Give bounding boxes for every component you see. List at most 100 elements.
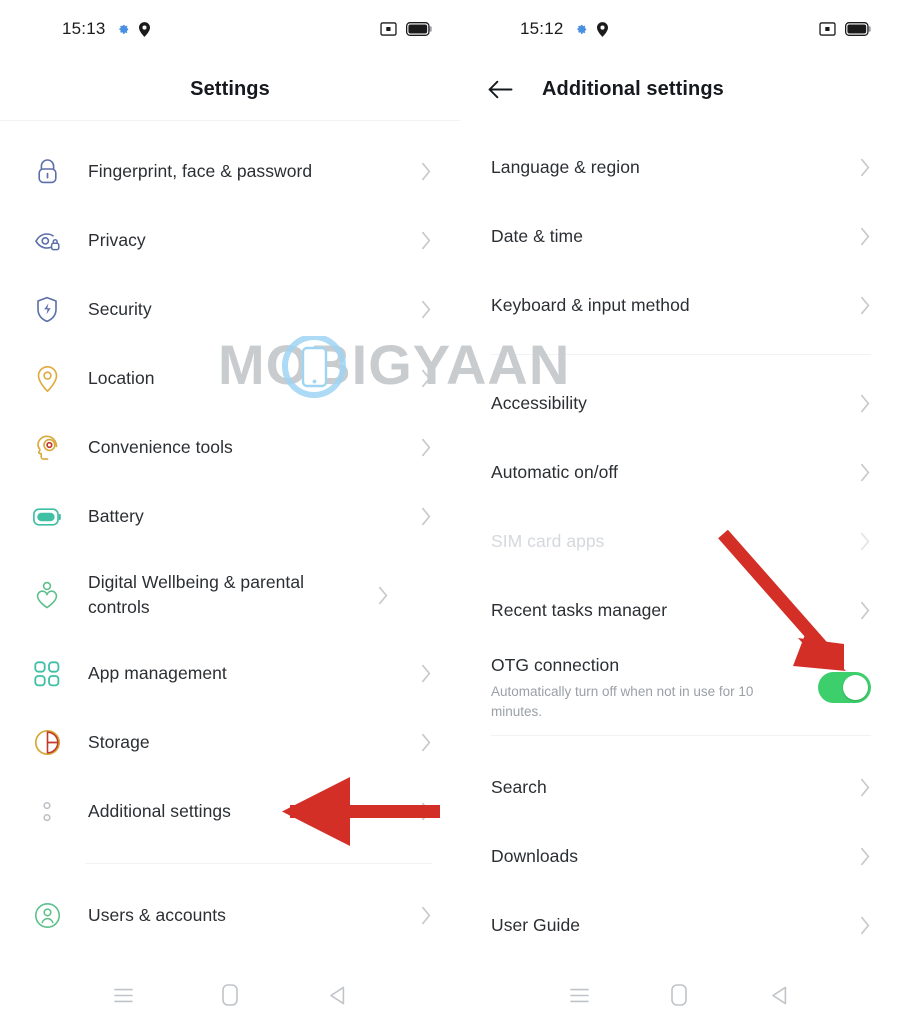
chevron-right-icon	[421, 438, 431, 457]
otg-toggle-knob	[843, 674, 868, 700]
heart-person-icon	[33, 581, 61, 609]
dots-vertical-icon	[33, 798, 61, 826]
home-icon[interactable]	[664, 982, 694, 1008]
sidebar-item-label: Fingerprint, face & password	[88, 161, 313, 182]
list-item-label: Language & region	[491, 157, 640, 178]
navigation-bar-left	[0, 966, 460, 1024]
list-item-label: Recent tasks manager	[491, 600, 668, 621]
list-item-label: SIM card apps	[491, 531, 605, 552]
dnd-icon	[819, 22, 836, 36]
chevron-right-icon	[860, 601, 870, 620]
sidebar-item-convenience-tools[interactable]: Convenience tools	[0, 413, 460, 482]
list-item-otg-connection[interactable]: OTG connection Automatically turn off wh…	[460, 645, 899, 729]
settings-screen: 15:13 Settings Fingerprint, face & passw…	[0, 0, 460, 1024]
chevron-right-icon	[860, 532, 870, 551]
list-item-sim-card-apps: SIM card apps	[460, 507, 899, 576]
grid-apps-icon	[33, 660, 61, 688]
chevron-right-icon	[860, 394, 870, 413]
sidebar-item-label: Storage	[88, 732, 150, 753]
sidebar-item-fingerprint[interactable]: Fingerprint, face & password	[0, 137, 460, 206]
chevron-right-icon	[421, 300, 431, 319]
list-item-automatic-on-off[interactable]: Automatic on/off	[460, 438, 899, 507]
chevron-right-icon	[860, 296, 870, 315]
page-title: Additional settings	[542, 77, 724, 100]
list-item-label: Keyboard & input method	[491, 295, 690, 316]
list-item-date-time[interactable]: Date & time	[460, 202, 899, 271]
sidebar-item-digital-wellbeing[interactable]: Digital Wellbeing & parental controls	[0, 551, 460, 639]
sidebar-item-label: Privacy	[88, 230, 146, 251]
list-item-label: Accessibility	[491, 393, 587, 414]
navigation-bar-right	[460, 966, 899, 1024]
page-title: Settings	[190, 77, 270, 100]
privacy-eye-icon	[33, 227, 61, 255]
battery-icon	[406, 22, 432, 36]
user-circle-icon	[33, 902, 61, 930]
battery-icon	[845, 22, 871, 36]
chevron-right-icon	[860, 778, 870, 797]
additional-settings-title-bar: Additional settings	[460, 58, 899, 120]
otg-toggle[interactable]	[818, 671, 871, 703]
sidebar-item-users-accounts[interactable]: Users & accounts	[0, 881, 460, 950]
chevron-right-icon	[378, 586, 388, 604]
sidebar-item-label: Security	[88, 299, 152, 320]
list-item-search[interactable]: Search	[460, 753, 899, 822]
chevron-right-icon	[860, 916, 870, 935]
sidebar-item-app-management[interactable]: App management	[0, 639, 460, 708]
list-item-accessibility[interactable]: Accessibility	[460, 369, 899, 438]
sidebar-item-label: App management	[88, 663, 227, 684]
list-divider	[85, 863, 432, 864]
location-pin-icon	[596, 21, 608, 37]
status-time: 15:12	[520, 19, 564, 38]
lock-icon	[33, 158, 61, 186]
list-item-recent-tasks-manager[interactable]: Recent tasks manager	[460, 576, 899, 645]
menu-icon[interactable]	[565, 982, 595, 1008]
chevron-right-icon	[860, 227, 870, 246]
sidebar-item-location[interactable]: Location	[0, 344, 460, 413]
gear-icon	[115, 22, 130, 37]
home-icon[interactable]	[215, 982, 245, 1008]
chevron-right-icon	[860, 158, 870, 177]
location-pin-icon	[138, 21, 150, 37]
additional-settings-screen: 15:12 Additional settings Language & reg…	[460, 0, 899, 1024]
location-pin-icon	[33, 365, 61, 393]
otg-description: Automatically turn off when not in use f…	[491, 684, 754, 719]
sidebar-item-storage[interactable]: Storage	[0, 708, 460, 777]
chevron-right-icon	[860, 847, 870, 866]
sidebar-item-label: Additional settings	[88, 801, 231, 822]
menu-icon[interactable]	[108, 982, 138, 1008]
group-divider	[491, 735, 871, 736]
list-item-downloads[interactable]: Downloads	[460, 822, 899, 891]
sidebar-item-label: Digital Wellbeing & parental controls	[88, 572, 305, 617]
chevron-right-icon	[421, 802, 431, 821]
list-item-label: Automatic on/off	[491, 462, 618, 483]
list-item-language-region[interactable]: Language & region	[460, 133, 899, 202]
chevron-right-icon	[860, 463, 870, 482]
battery-icon	[33, 503, 61, 531]
chevron-right-icon	[421, 369, 431, 388]
status-bar-right-group	[819, 22, 871, 36]
list-item-label: User Guide	[491, 915, 581, 936]
chevron-right-icon	[421, 664, 431, 683]
back-arrow-icon[interactable]	[488, 80, 513, 99]
shield-bolt-icon	[33, 296, 61, 324]
status-bar-left: 15:13	[0, 0, 460, 58]
gear-icon	[573, 22, 588, 37]
sidebar-item-security[interactable]: Security	[0, 275, 460, 344]
status-bar-right: 15:12	[460, 0, 899, 58]
chevron-right-icon	[421, 507, 431, 526]
sidebar-item-privacy[interactable]: Privacy	[0, 206, 460, 275]
chevron-right-icon	[421, 733, 431, 752]
status-time: 15:13	[62, 19, 106, 38]
list-item-keyboard-input[interactable]: Keyboard & input method	[460, 271, 899, 340]
pie-chart-icon	[33, 729, 61, 757]
otg-label: OTG connection	[491, 654, 620, 675]
dual-screenshot-container: 15:13 Settings Fingerprint, face & passw…	[0, 0, 899, 1024]
list-item-label: Date & time	[491, 226, 583, 247]
head-gear-icon	[33, 434, 61, 462]
sidebar-item-battery[interactable]: Battery	[0, 482, 460, 551]
back-icon[interactable]	[322, 982, 352, 1008]
list-item-user-guide[interactable]: User Guide	[460, 891, 899, 960]
status-bar-left-group: 15:12	[520, 19, 608, 39]
back-icon[interactable]	[764, 982, 794, 1008]
sidebar-item-additional-settings[interactable]: Additional settings	[0, 777, 460, 846]
